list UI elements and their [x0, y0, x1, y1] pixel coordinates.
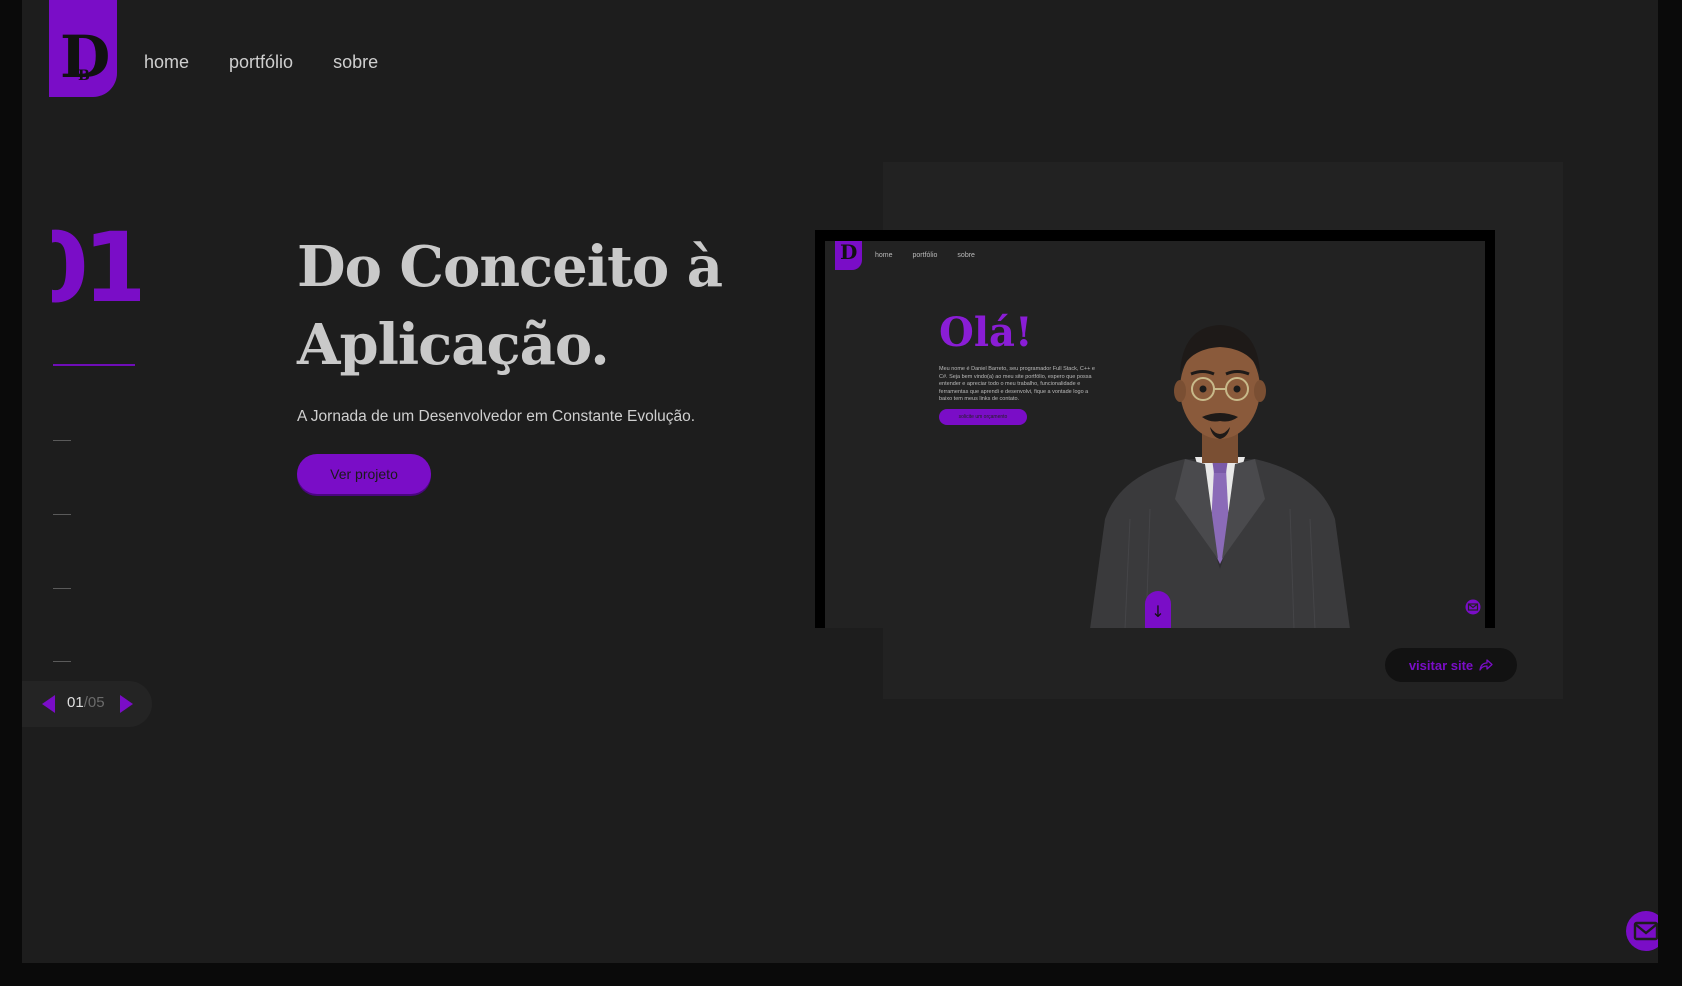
avatar-illustration: [1090, 325, 1350, 628]
preview-logo: D: [835, 241, 862, 270]
mail-icon[interactable]: [1625, 910, 1658, 952]
logo-sub-letter: B: [78, 68, 90, 84]
slide-tick[interactable]: [53, 661, 71, 662]
preview-nav-sobre: sobre: [957, 252, 975, 259]
page: D B home portfólio sobre 01 01/05 Do Con…: [22, 0, 1658, 963]
logo[interactable]: D B: [49, 0, 117, 97]
main-nav: home portfólio sobre: [144, 52, 378, 73]
slide-pager: 01/05: [22, 681, 152, 727]
preview-mail-icon: [1465, 599, 1481, 615]
pager-total: /05: [83, 694, 105, 711]
view-project-button[interactable]: Ver projeto: [297, 454, 431, 494]
arrow-right-icon[interactable]: [120, 695, 133, 713]
preview-quote-button: solicite um orçamento: [939, 409, 1027, 425]
preview-hello: Olá!: [939, 309, 1033, 356]
preview-scroll-button: ↓: [1145, 591, 1171, 628]
slide-number: 01: [52, 220, 140, 316]
preview-nav-portfolio: portfólio: [912, 252, 938, 259]
pager-count: 01/05: [67, 694, 105, 711]
pager-current: 01: [67, 694, 84, 711]
share-arrow-icon: [1479, 659, 1493, 671]
arrow-down-icon: ↓: [1151, 602, 1165, 621]
nav-sobre[interactable]: sobre: [333, 52, 378, 73]
slide-number-underline: [53, 364, 135, 366]
visit-site-button[interactable]: visitar site: [1385, 648, 1517, 682]
nav-home[interactable]: home: [144, 52, 189, 73]
hero-title-line1: Do Conceito à: [297, 234, 723, 300]
preview-logo-letter: D: [840, 241, 858, 264]
preview-paragraph: Meu nome é Daniel Barreto, seu programad…: [939, 366, 1095, 402]
preview-nav-home: home: [875, 252, 893, 259]
preview-frame: D home portfólio sobre Olá! Meu nome é D…: [815, 230, 1495, 628]
preview-screenshot: D home portfólio sobre Olá! Meu nome é D…: [825, 241, 1485, 628]
slide-tick[interactable]: [53, 440, 71, 441]
hero-subtitle: A Jornada de um Desenvolvedor em Constan…: [297, 408, 696, 425]
hero-title-line2: Aplicação.: [297, 312, 610, 378]
arrow-left-icon[interactable]: [42, 695, 55, 713]
slide-number-text: 01: [52, 220, 140, 316]
visit-site-label: visitar site: [1408, 657, 1474, 673]
nav-portfolio[interactable]: portfólio: [229, 52, 293, 73]
hero-title: Do Conceito à Aplicação.: [297, 228, 737, 384]
slide-tick[interactable]: [53, 588, 71, 589]
slide-tick[interactable]: [53, 514, 71, 515]
preview-nav: home portfólio sobre: [875, 252, 975, 259]
